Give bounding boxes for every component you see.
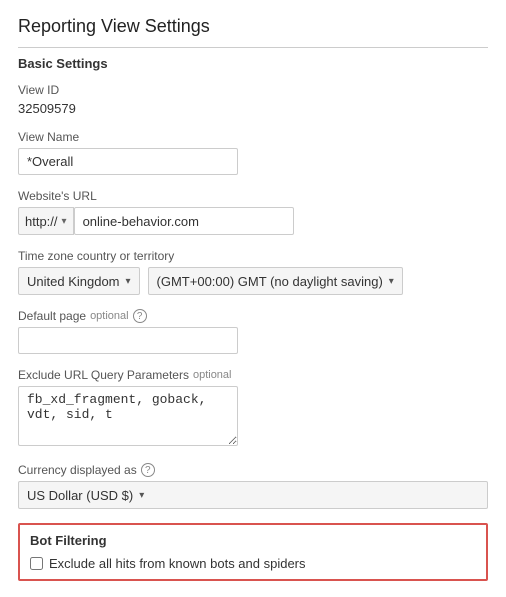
view-id-label: View ID <box>18 83 488 97</box>
exclude-url-group: Exclude URL Query Parameters optional fb… <box>18 368 488 449</box>
view-id-group: View ID 32509579 <box>18 83 488 116</box>
website-url-label: Website's URL <box>18 189 488 203</box>
url-protocol-select[interactable]: http:// ▾ <box>18 207 74 235</box>
url-row: http:// ▾ <box>18 207 488 235</box>
timezone-gmt-select[interactable]: (GMT+00:00) GMT (no daylight saving) ▾ <box>148 267 403 295</box>
section-divider <box>18 47 488 48</box>
bot-filtering-box: Bot Filtering Exclude all hits from know… <box>18 523 488 581</box>
exclude-url-optional: optional <box>193 369 232 381</box>
timezone-country-select[interactable]: United Kingdom ▾ <box>18 267 140 295</box>
default-page-optional: optional <box>90 310 129 322</box>
exclude-url-textarea[interactable]: fb_xd_fragment, goback, vdt, sid, t <box>18 386 238 446</box>
exclude-url-label: Exclude URL Query Parameters optional <box>18 368 488 382</box>
currency-label: Currency displayed as ? <box>18 463 488 477</box>
default-page-input[interactable] <box>18 327 238 354</box>
bot-filtering-checkbox-row: Exclude all hits from known bots and spi… <box>30 556 476 571</box>
timezone-country-label: United Kingdom <box>27 274 120 289</box>
url-protocol-label: http:// <box>25 214 58 229</box>
bot-filtering-title: Bot Filtering <box>30 533 476 548</box>
default-page-label: Default page optional ? <box>18 309 488 323</box>
bot-filtering-checkbox[interactable] <box>30 557 43 570</box>
currency-help-icon[interactable]: ? <box>141 463 155 477</box>
timezone-gmt-label: (GMT+00:00) GMT (no daylight saving) <box>157 274 383 289</box>
view-name-label: View Name <box>18 130 488 144</box>
default-page-group: Default page optional ? <box>18 309 488 354</box>
basic-settings-label: Basic Settings <box>18 56 488 71</box>
timezone-label: Time zone country or territory <box>18 249 488 263</box>
timezone-gmt-chevron-icon: ▾ <box>389 276 394 287</box>
bot-filtering-checkbox-label: Exclude all hits from known bots and spi… <box>49 556 306 571</box>
view-name-group: View Name <box>18 130 488 175</box>
timezone-group: Time zone country or territory United Ki… <box>18 249 488 295</box>
website-url-group: Website's URL http:// ▾ <box>18 189 488 235</box>
url-protocol-chevron-icon: ▾ <box>62 216 67 227</box>
page-title: Reporting View Settings <box>18 16 488 37</box>
default-page-help-icon[interactable]: ? <box>133 309 147 323</box>
view-name-input[interactable] <box>18 148 238 175</box>
currency-value-label: US Dollar (USD $) <box>27 488 133 503</box>
timezone-country-chevron-icon: ▾ <box>126 276 131 287</box>
currency-select[interactable]: US Dollar (USD $) ▾ <box>18 481 488 509</box>
website-url-input[interactable] <box>74 207 294 235</box>
view-id-value: 32509579 <box>18 101 488 116</box>
timezone-row: United Kingdom ▾ (GMT+00:00) GMT (no day… <box>18 267 488 295</box>
currency-chevron-icon: ▾ <box>139 490 144 501</box>
currency-group: Currency displayed as ? US Dollar (USD $… <box>18 463 488 509</box>
